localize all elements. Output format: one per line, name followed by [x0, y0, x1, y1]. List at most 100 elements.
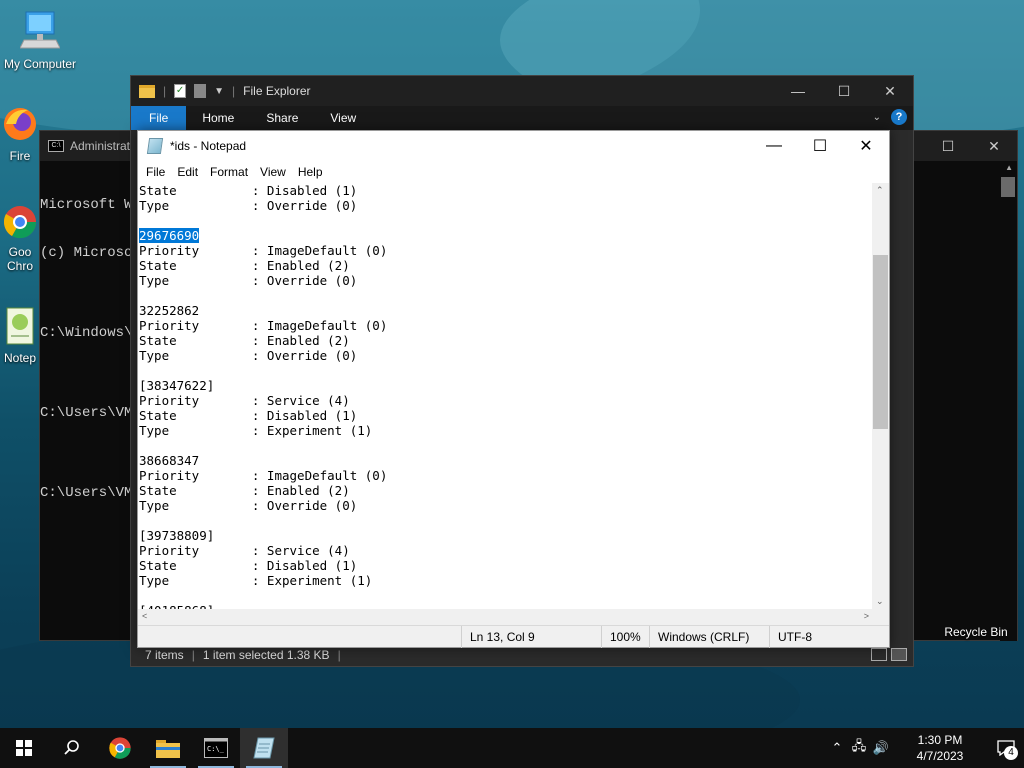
scroll-up-icon[interactable]: ⌃ — [876, 185, 884, 196]
line-text: Priority : ImageDefault (0) — [139, 243, 388, 258]
chrome-icon — [0, 204, 40, 243]
scroll-down-icon[interactable]: ⌄ — [876, 596, 884, 607]
chrome-icon — [109, 737, 131, 759]
text-line: Type : Override (0) — [139, 498, 873, 513]
text-line: Type : Override (0) — [139, 348, 873, 363]
text-line: Type : Override (0) — [139, 198, 873, 213]
menu-edit[interactable]: Edit — [171, 165, 204, 179]
desktop-icon-recycle-bin[interactable]: Recycle Bin — [940, 625, 1012, 639]
text-line: State : Disabled (1) — [139, 183, 873, 198]
scroll-up-icon[interactable]: ▲ — [1005, 163, 1013, 172]
tab-view[interactable]: View — [314, 106, 372, 130]
expand-ribbon-icon[interactable]: ⌄ — [873, 112, 881, 123]
menu-format[interactable]: Format — [204, 165, 254, 179]
close-icon[interactable]: ✕ — [867, 76, 913, 106]
desktop-icon-label: Fire — [9, 149, 31, 163]
text-line: [39738809] — [139, 528, 873, 543]
terminal-icon: C:\_ — [204, 738, 228, 758]
desktop-icon-chrome[interactable]: Goo Chro — [0, 204, 40, 273]
selection-info: 1 item selected 1.38 KB — [202, 648, 330, 662]
line-text: Type : Override (0) — [139, 348, 358, 363]
close-icon[interactable]: ✕ — [971, 131, 1017, 161]
line-text: State : Disabled (1) — [139, 408, 358, 423]
text-line: 29676690 — [139, 228, 873, 243]
line-text: State : Enabled (2) — [139, 333, 350, 348]
notepad-text-area[interactable]: State : Disabled (1) Type : Override (0) 2… — [138, 183, 873, 609]
menu-file[interactable]: File — [140, 165, 171, 179]
tab-file[interactable]: File — [131, 106, 187, 130]
horizontal-scrollbar[interactable]: < > — [138, 609, 873, 626]
cmd-scroll-thumb[interactable] — [1001, 177, 1015, 197]
minimize-icon[interactable]: — — [775, 76, 821, 106]
maximize-icon[interactable]: ☐ — [797, 131, 843, 161]
firefox-icon — [0, 104, 40, 147]
ribbon-tabs: File Home Share View ⌄ ? — [131, 106, 913, 130]
scroll-right-icon[interactable]: > — [864, 611, 869, 621]
details-view-icon[interactable] — [871, 648, 887, 661]
volume-icon[interactable]: 🔊 — [870, 740, 892, 756]
taskbar-command-prompt[interactable]: C:\_ — [192, 728, 240, 768]
notepad-title-bar[interactable]: *ids - Notepad — ☐ ✕ — [138, 131, 889, 161]
tab-share[interactable]: Share — [250, 106, 314, 130]
text-line: Priority : Service (4) — [139, 543, 873, 558]
desktop-icon-firefox[interactable]: Fire — [0, 104, 40, 163]
line-text: State : Enabled (2) — [139, 483, 350, 498]
scroll-left-icon[interactable]: < — [142, 611, 147, 621]
start-button[interactable] — [0, 728, 48, 768]
customize-quick-access-icon[interactable]: ▼ — [214, 86, 224, 97]
close-icon[interactable]: ✕ — [843, 131, 889, 161]
vertical-scrollbar[interactable]: ⌃ ⌄ — [872, 183, 889, 609]
text-line: Priority : Service (4) — [139, 393, 873, 408]
file-explorer-title-bar[interactable]: | ✓ ▼ | File Explorer — ☐ ✕ — [131, 76, 913, 106]
text-line: Type : Experiment (1) — [139, 423, 873, 438]
clock[interactable]: 1:30 PM 4/7/2023 — [900, 732, 980, 764]
text-line: State : Enabled (2) — [139, 483, 873, 498]
new-folder-icon[interactable] — [194, 84, 207, 98]
show-hidden-icons-icon[interactable]: ⌃ — [826, 740, 848, 756]
desktop-icon-my-computer[interactable]: My Computer — [0, 8, 80, 71]
search-icon — [64, 740, 79, 755]
menu-help[interactable]: Help — [292, 165, 329, 179]
text-line: [38347622] — [139, 378, 873, 393]
menu-view[interactable]: View — [254, 165, 292, 179]
cmd-icon: C:\ — [48, 140, 64, 152]
text-line: 38668347 — [139, 453, 873, 468]
properties-icon[interactable]: ✓ — [174, 84, 187, 98]
search-button[interactable] — [48, 728, 96, 768]
large-icons-view-icon[interactable] — [891, 648, 907, 661]
network-icon[interactable]: 🖧 — [848, 737, 870, 759]
text-line: Type : Experiment (1) — [139, 573, 873, 588]
folder-icon — [156, 740, 180, 758]
help-icon[interactable]: ? — [891, 109, 907, 125]
text-line — [139, 438, 873, 453]
text-line — [139, 288, 873, 303]
notification-center-button[interactable]: 4 — [988, 728, 1024, 768]
notepad-status-bar: Ln 13, Col 9 100% Windows (CRLF) UTF-8 — [138, 625, 889, 648]
text-line: State : Disabled (1) — [139, 408, 873, 423]
text-line: Priority : ImageDefault (0) — [139, 318, 873, 333]
desktop-icon-notepad[interactable]: Notep — [0, 306, 40, 365]
windows-logo-icon — [16, 740, 32, 756]
maximize-icon[interactable]: ☐ — [821, 76, 867, 106]
svg-text:C:\_: C:\_ — [207, 745, 225, 753]
clock-time: 1:30 PM — [917, 733, 963, 747]
cmd-scrollbar[interactable]: ▲ — [1000, 161, 1017, 641]
desktop-icon-label: My Computer — [3, 57, 77, 71]
line-text: State : Disabled (1) — [139, 558, 358, 573]
cursor-position: Ln 13, Col 9 — [461, 626, 601, 648]
text-line: Type : Override (0) — [139, 273, 873, 288]
minimize-icon[interactable]: — — [751, 131, 797, 161]
maximize-icon[interactable]: ☐ — [925, 131, 971, 161]
notepad-menu-bar: File Edit Format View Help — [138, 161, 889, 183]
vertical-scroll-thumb[interactable] — [873, 255, 888, 429]
tab-home[interactable]: Home — [186, 106, 250, 130]
text-line — [139, 588, 873, 603]
taskbar-file-explorer[interactable] — [144, 728, 192, 768]
taskbar-chrome[interactable] — [96, 728, 144, 768]
taskbar-notepad[interactable] — [240, 728, 288, 768]
notepad-icon — [0, 306, 40, 349]
line-text: Type : Override (0) — [139, 198, 358, 213]
notepad-window[interactable]: *ids - Notepad — ☐ ✕ File Edit Format Vi… — [137, 130, 890, 648]
notepad-icon — [253, 737, 275, 759]
text-line: Priority : ImageDefault (0) — [139, 468, 873, 483]
